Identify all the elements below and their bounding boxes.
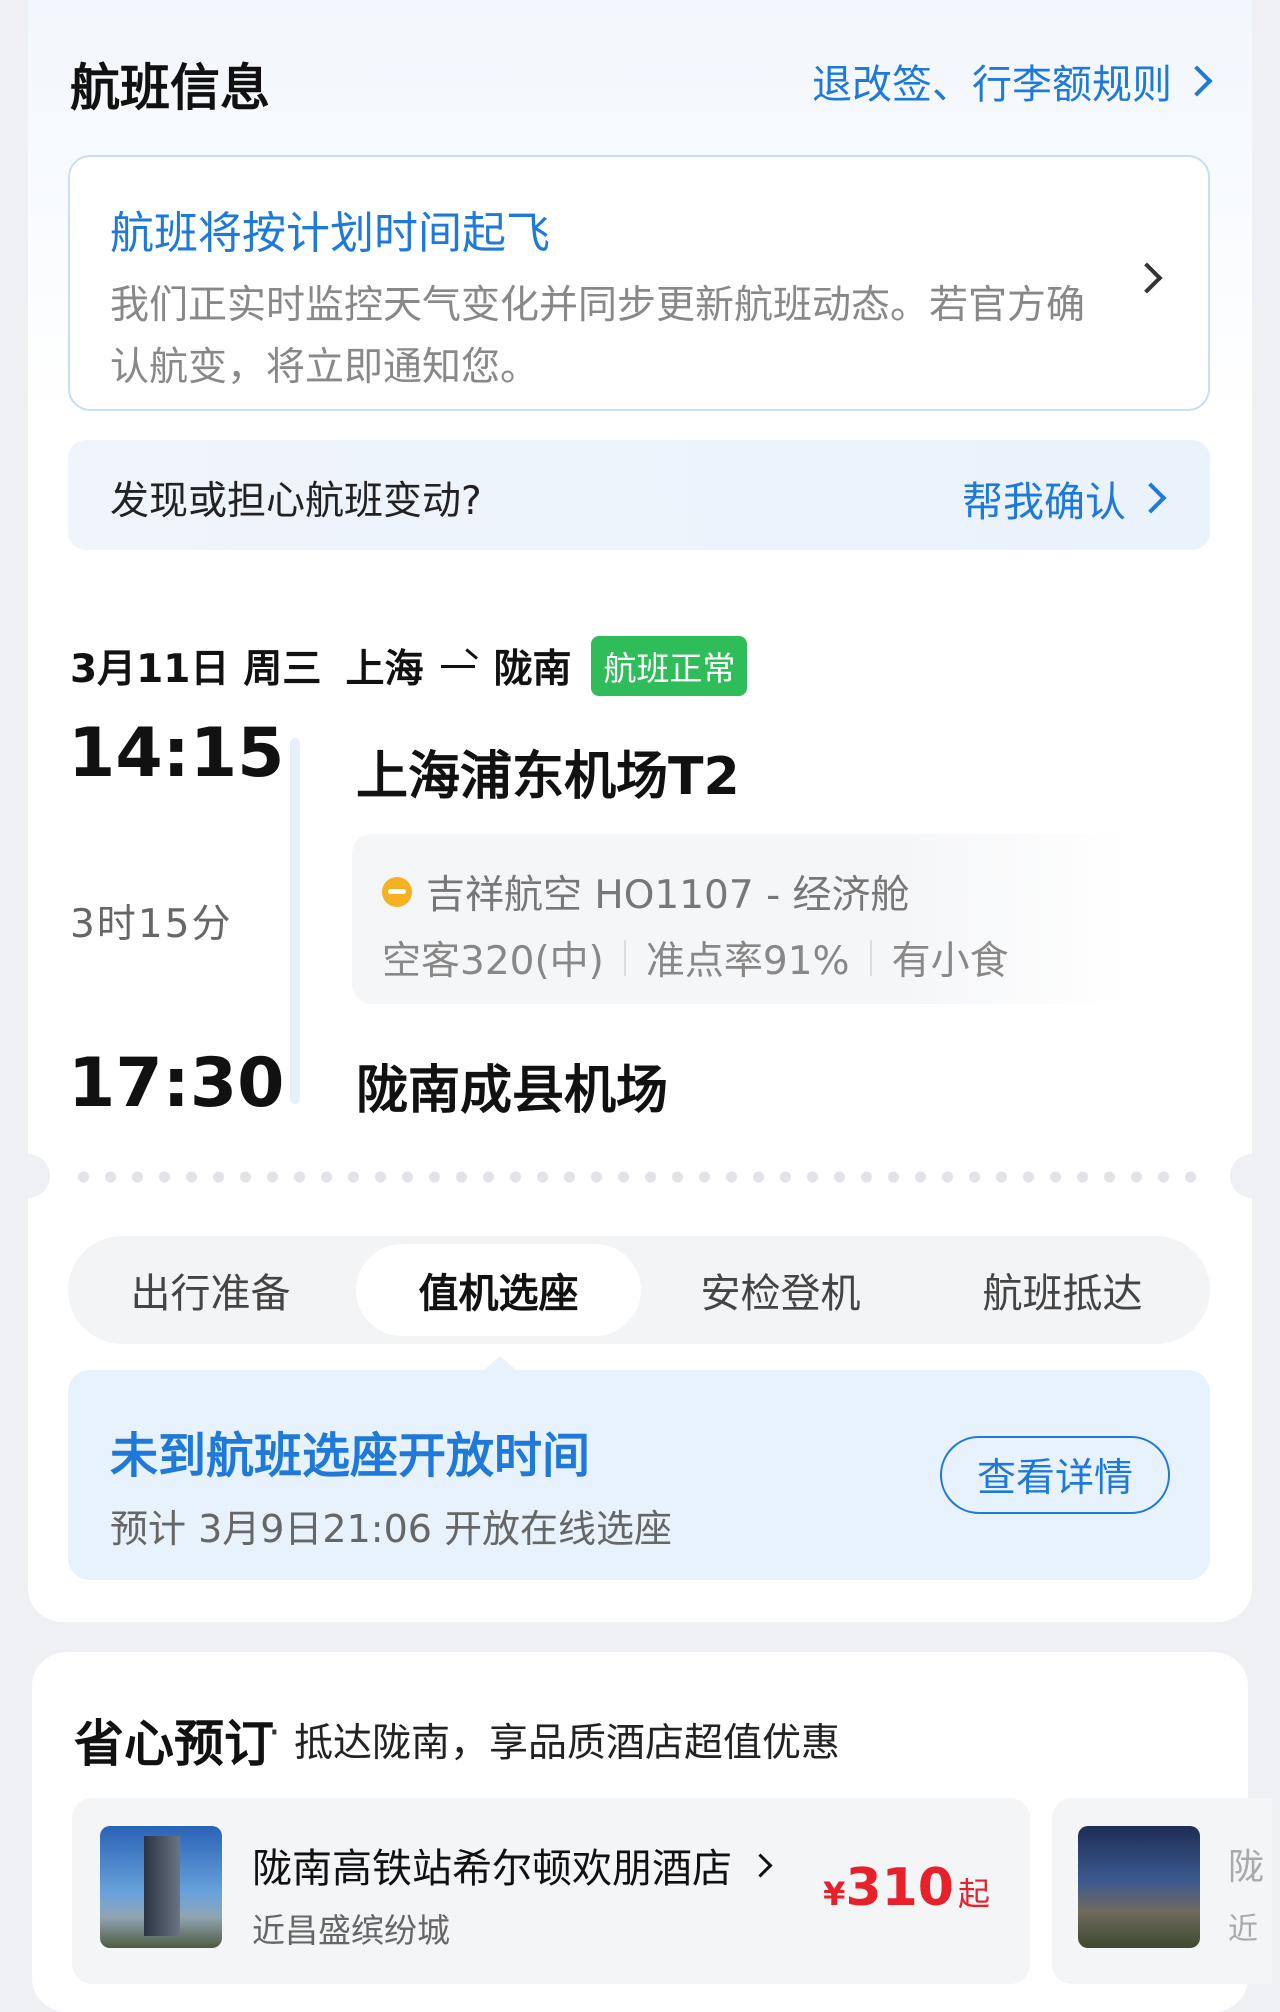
tab-travel-prep[interactable]: 出行准备	[68, 1236, 353, 1344]
arrival-airport: 陇南成县机场	[356, 1061, 669, 1121]
hotel-price: ¥ 310 起	[823, 1858, 990, 1918]
seat-title: 未到航班选座开放时间	[110, 1428, 591, 1484]
journey-tabs: 出行准备 值机选座 安检登机 航班抵达	[68, 1236, 1210, 1344]
tab-security-boarding[interactable]: 安检登机	[638, 1236, 923, 1344]
hotel-photo	[1078, 1826, 1200, 1948]
chevron-right-icon	[1135, 482, 1167, 514]
hotel-location: 近	[1228, 1912, 1258, 1947]
divider	[623, 940, 626, 976]
baggage-rules-link[interactable]: 退改签、行李额规则	[812, 52, 1213, 110]
recommendation-card: 省心预订 · 抵达陇南，享品质酒店超值优惠 陇南高铁站希尔顿欢朋酒店 近昌盛缤纷…	[32, 1652, 1272, 2012]
timeline-bar	[290, 738, 300, 1104]
help-confirm-label: 帮我确认	[962, 478, 1126, 526]
route-summary: 3月11日 周三 上海 陇南 航班正常	[70, 636, 748, 696]
flight-duration: 3时15分	[70, 902, 233, 947]
hotel-name-row: 陇南高铁站希尔顿欢朋酒店	[252, 1836, 773, 1894]
flight-status-notice[interactable]: 航班将按计划时间起飞 我们正实时监控天气变化并同步更新航班动态。若官方确认航变，…	[68, 155, 1210, 411]
route-arrow-icon	[441, 664, 476, 668]
seat-selection-panel: 未到航班选座开放时间 预计 3月9日21:06 开放在线选座 查看详情	[68, 1370, 1210, 1580]
hotel-building-shape	[144, 1836, 180, 1936]
departure-time: 14:15	[68, 714, 285, 793]
dot-separator-icon: ·	[268, 1710, 281, 1756]
hotel-photo	[100, 1826, 222, 1948]
rules-link-label: 退改签、行李额规则	[812, 62, 1172, 108]
ticket-notch-left	[6, 1154, 50, 1198]
on-time-rate: 准点率91%	[645, 939, 850, 984]
arrival-time: 17:30	[68, 1044, 285, 1123]
ticket-notch-right	[1230, 1154, 1274, 1198]
price-suffix: 起	[957, 1875, 990, 1913]
airline-info: 吉祥航空 HO1107 - 经济舱	[426, 873, 910, 918]
airline-logo-icon	[382, 877, 412, 907]
flight-change-concern-bar: 发现或担心航班变动? 帮我确认	[68, 440, 1210, 550]
status-badge: 航班正常	[591, 636, 748, 696]
flight-attributes: 空客320(中) 准点率91% 有小食	[382, 930, 1009, 986]
hotel-location: 近昌盛缤纷城	[252, 1911, 450, 1950]
tab-flight-arrival[interactable]: 航班抵达	[920, 1236, 1205, 1344]
help-confirm-link[interactable]: 帮我确认	[962, 468, 1167, 528]
tab-checkin-seat[interactable]: 值机选座	[356, 1244, 641, 1336]
destination-city: 陇南	[493, 647, 572, 692]
hotel-name: 陇南高铁站希尔顿欢朋酒店	[252, 1846, 732, 1892]
price-amount: 310	[845, 1858, 954, 1918]
concern-text: 发现或担心航班变动?	[110, 479, 482, 524]
recommend-title: 省心预订	[74, 1715, 274, 1773]
recommend-subtitle: 抵达陇南，享品质酒店超值优惠	[294, 1721, 841, 1766]
aircraft-type: 空客320(中)	[382, 939, 604, 984]
currency-symbol: ¥	[823, 1875, 846, 1913]
airline-row: 吉祥航空 HO1107 - 经济舱	[382, 864, 910, 920]
chevron-right-icon	[1131, 262, 1163, 294]
seat-open-time: 预计 3月9日21:06 开放在线选座	[110, 1507, 673, 1551]
origin-city: 上海	[345, 647, 424, 692]
chevron-right-icon	[748, 1852, 773, 1878]
flight-weekday: 周三	[243, 647, 322, 692]
hotel-card[interactable]: 陇南高铁站希尔顿欢朋酒店 近昌盛缤纷城 ¥ 310 起	[72, 1798, 1030, 1984]
page-title: 航班信息	[70, 59, 270, 117]
meal-info: 有小食	[891, 939, 1009, 984]
hotel-name: 陇	[1228, 1847, 1265, 1888]
hotel-card[interactable]: 陇 近	[1052, 1798, 1272, 1984]
divider	[869, 940, 872, 976]
flight-date: 3月11日	[70, 647, 230, 692]
status-description: 我们正实时监控天气变化并同步更新航班动态。若官方确认航变，将立即通知您。	[110, 283, 1086, 390]
status-title: 航班将按计划时间起飞	[110, 208, 550, 259]
tab-pointer	[484, 1356, 516, 1370]
departure-airport: 上海浦东机场T2	[356, 747, 740, 807]
chevron-right-icon	[1181, 65, 1213, 97]
flight-detail-box[interactable]: 吉祥航空 HO1107 - 经济舱 空客320(中) 准点率91% 有小食	[352, 834, 1134, 1004]
dotted-divider	[70, 1170, 1210, 1184]
view-details-button[interactable]: 查看详情	[940, 1436, 1170, 1514]
